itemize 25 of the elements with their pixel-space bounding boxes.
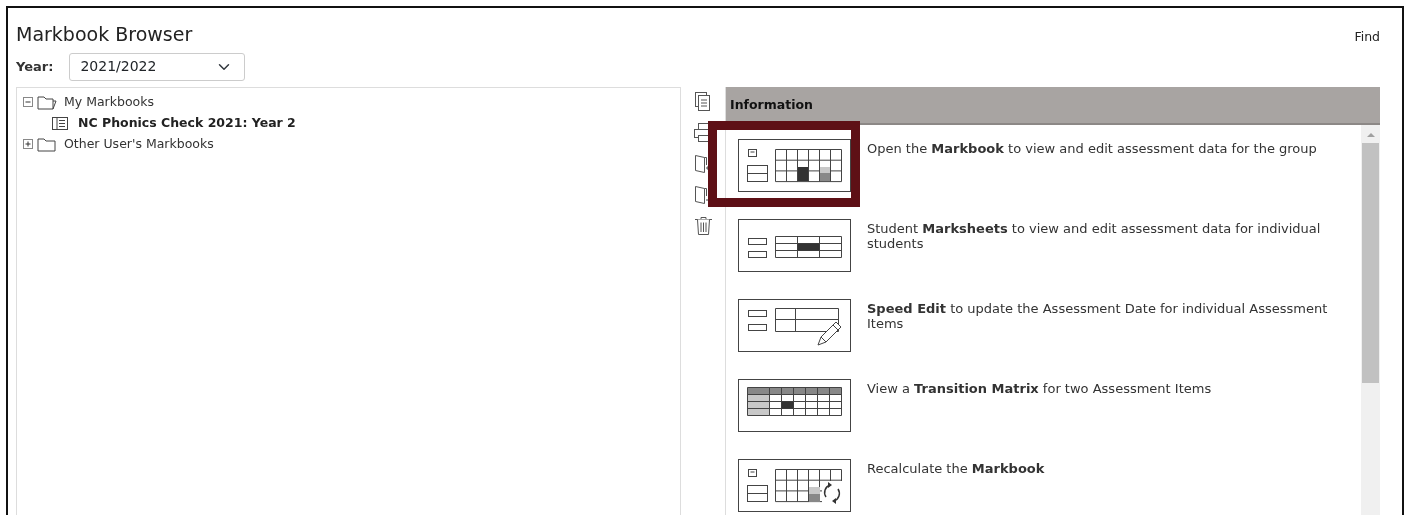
table-pencil-drawing[interactable] <box>738 299 851 353</box>
year-label: Year: <box>16 57 54 76</box>
folder-icon <box>37 136 57 152</box>
item-description: View a Transition Matrix for two Assessment Items <box>867 381 1212 397</box>
find-link[interactable]: Find <box>1354 28 1380 47</box>
open-folder-icon <box>37 94 57 110</box>
scrollbar[interactable] <box>1361 125 1380 515</box>
item-description: Recalculate the Markbook <box>867 461 1045 477</box>
table-drawing[interactable] <box>738 219 851 273</box>
table-refresh-drawing[interactable] <box>738 459 851 513</box>
tree-item[interactable]: NC Phonics Check 2021: Year 2 <box>78 113 296 133</box>
table-drawing[interactable] <box>738 379 851 433</box>
expand-icon[interactable] <box>23 138 34 150</box>
collapse-icon[interactable] <box>23 96 34 108</box>
item-description: Open the Markbook to view and edit assessment data for the group <box>867 141 1317 157</box>
table-drawing[interactable] <box>738 139 851 193</box>
tree-item[interactable]: Other User's Markbooks <box>64 134 214 154</box>
trash-icon[interactable] <box>692 214 714 236</box>
page-title: Markbook Browser <box>16 22 193 47</box>
item-description: Speed Edit to update the Assessment Date for individual Assessment Items <box>867 301 1329 332</box>
item-description: Student Marksheets to view and edit assessment data for individual students <box>867 221 1322 252</box>
year-select[interactable]: 2021/2022 <box>69 52 246 81</box>
information-header: Information <box>726 86 1380 126</box>
book-icon <box>51 115 69 131</box>
tree-item[interactable]: My Markbooks <box>64 92 154 112</box>
